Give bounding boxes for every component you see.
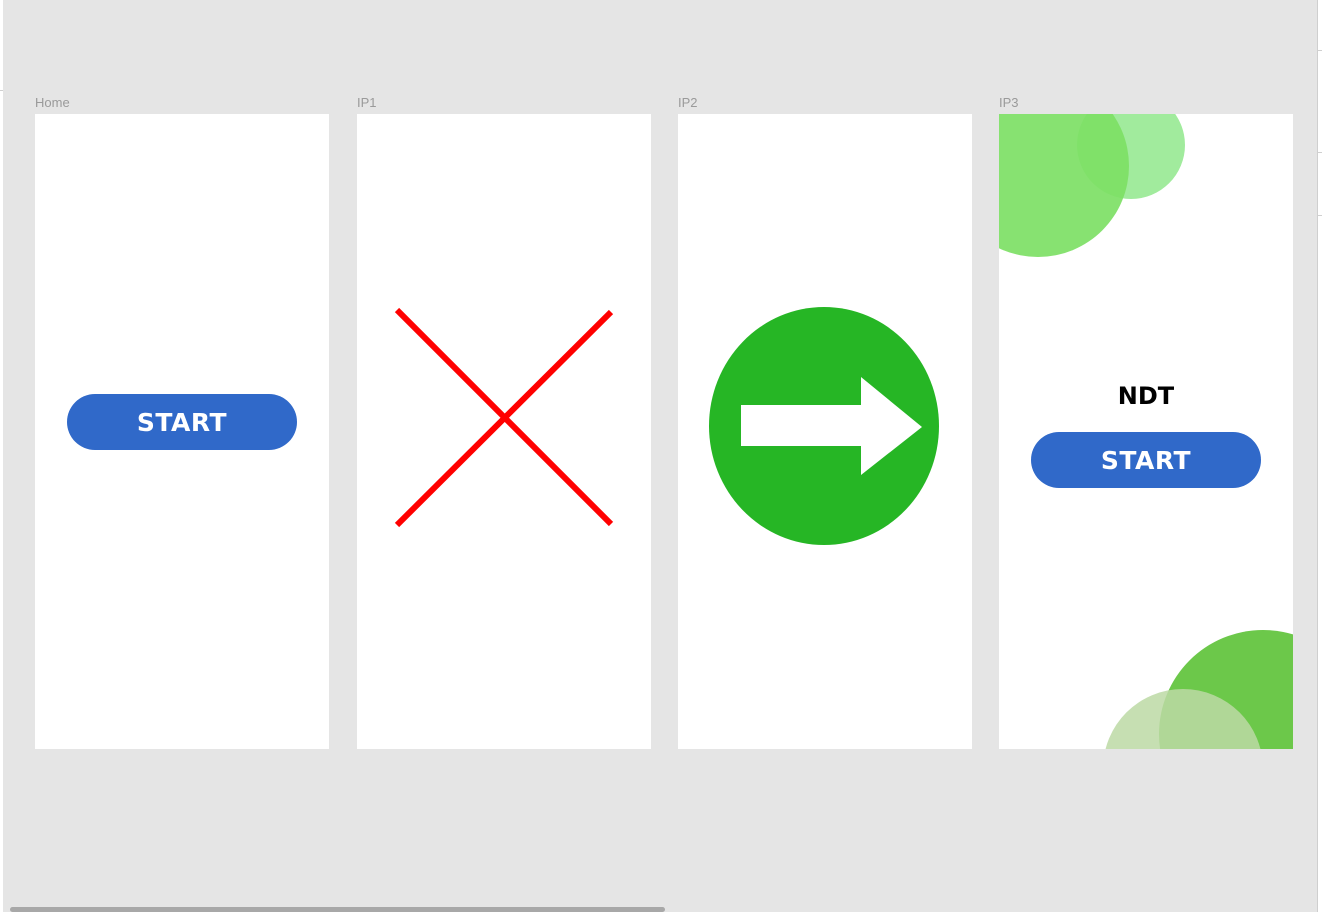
artboard-label-home[interactable]: Home xyxy=(35,95,70,111)
artboard-label-ip2[interactable]: IP2 xyxy=(678,95,698,111)
canvas-left-edge xyxy=(0,0,3,912)
ruler-tick xyxy=(0,90,3,91)
artboard-ip1[interactable] xyxy=(357,114,651,749)
horizontal-scrollbar[interactable] xyxy=(10,907,665,912)
ruler-tick xyxy=(1317,215,1322,216)
canvas-right-edge xyxy=(1317,0,1322,912)
ruler-tick xyxy=(1317,152,1322,153)
ruler-tick xyxy=(1317,50,1322,51)
close-icon xyxy=(394,307,614,528)
artboard-label-ip1[interactable]: IP1 xyxy=(357,95,377,111)
artboard-label-ip3[interactable]: IP3 xyxy=(999,95,1019,111)
arrow-right-icon xyxy=(709,307,939,545)
artboard-ip3[interactable]: NDT START xyxy=(999,114,1293,749)
start-button[interactable]: START xyxy=(67,394,297,450)
artboard-ip2[interactable] xyxy=(678,114,972,749)
artboard-home[interactable]: START xyxy=(35,114,329,749)
ndt-title: NDT xyxy=(1117,382,1175,410)
ip3-start-button[interactable]: START xyxy=(1031,432,1261,488)
